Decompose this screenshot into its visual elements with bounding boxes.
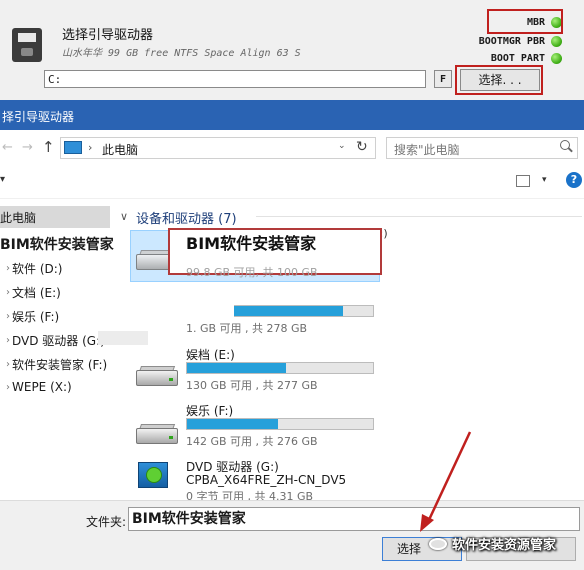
arrow-head xyxy=(420,514,434,532)
watermark: 软件安装资源管家 xyxy=(420,534,556,553)
annotation-arrow xyxy=(420,431,472,532)
watermark-text: 软件安装资源管家 xyxy=(452,538,557,553)
arrow-shaft xyxy=(426,431,472,523)
